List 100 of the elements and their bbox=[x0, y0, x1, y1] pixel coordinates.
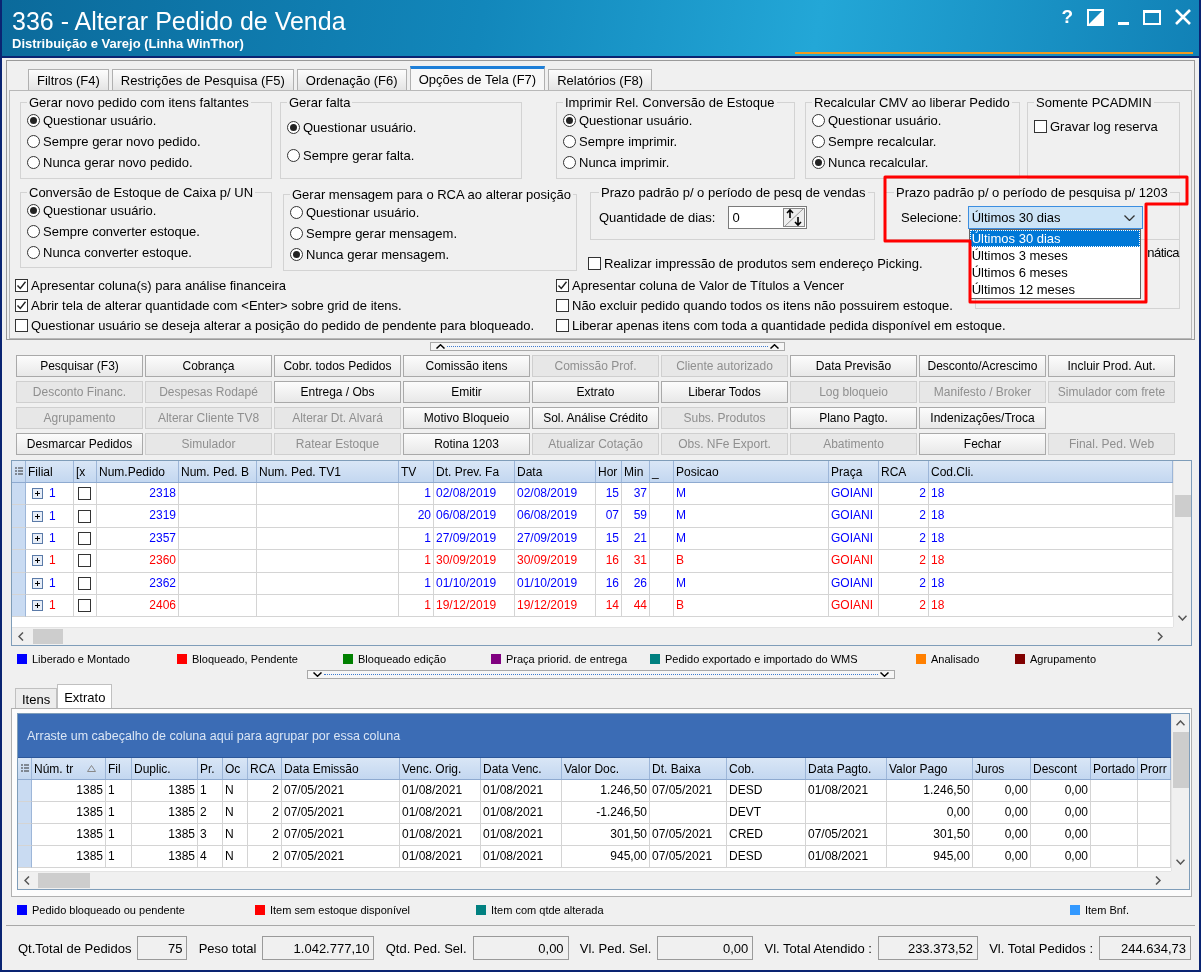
chevron-down-icon[interactable] bbox=[1178, 615, 1187, 621]
column-header[interactable]: Num. Ped. B bbox=[181, 464, 250, 479]
radio-option[interactable]: Nunca gerar novo pedido. bbox=[27, 152, 265, 173]
action-button[interactable]: Indenizações/Troca bbox=[919, 407, 1046, 429]
column-header[interactable]: Data Venc. bbox=[481, 758, 562, 779]
checkbox-option[interactable]: Gravar log reserva bbox=[1034, 116, 1173, 137]
expand-icon[interactable] bbox=[32, 555, 43, 567]
radio-option[interactable]: Questionar usuário. bbox=[563, 110, 788, 131]
column-header[interactable]: Data Pagto. bbox=[806, 758, 887, 779]
select-field[interactable]: Últimos 30 dias bbox=[967, 206, 1143, 229]
radio-button[interactable] bbox=[290, 248, 303, 261]
action-button[interactable]: Extrato bbox=[532, 381, 659, 403]
checkbox[interactable] bbox=[1034, 120, 1047, 133]
action-button[interactable]: Desconto/Acrescimo bbox=[919, 355, 1046, 377]
scrollbar-thumb[interactable] bbox=[38, 873, 90, 888]
checkbox[interactable] bbox=[15, 298, 28, 312]
action-button[interactable]: Pesquisar (F3) bbox=[16, 355, 143, 377]
expand-icon[interactable] bbox=[32, 577, 43, 589]
column-header[interactable]: Filial bbox=[28, 464, 53, 479]
chevron-down-icon[interactable] bbox=[1123, 214, 1135, 221]
radio-button[interactable] bbox=[287, 149, 300, 162]
chevron-right-icon[interactable] bbox=[1157, 632, 1163, 641]
radio-button[interactable] bbox=[27, 135, 40, 148]
chevron-left-icon[interactable] bbox=[18, 632, 24, 641]
table-row[interactable]: 1385 1 1385 2 N 2 07/05/2021 01/08/2021 01/08/2021 -1.246,50 DEVT 0,00 0,00 0,00 bbox=[18, 802, 1171, 824]
table-row[interactable]: 1 2319 20 06/08/2019 06/08/2019 07 59 M GOIANI 2 18 bbox=[12, 505, 1173, 528]
column-header[interactable]: Oc bbox=[223, 758, 248, 779]
radio-option[interactable]: Sempre converter estoque. bbox=[27, 221, 265, 242]
scrollbar-thumb[interactable] bbox=[33, 629, 63, 644]
table-row[interactable]: 1385 1 1385 3 N 2 07/05/2021 01/08/2021 01/08/2021 301,50 07/05/2021 CRED 07/05/2021 301,50 0,00 0,00 bbox=[18, 824, 1171, 846]
action-button[interactable]: Comissão itens bbox=[403, 355, 530, 377]
action-button[interactable]: Sol. Análise Crédito bbox=[532, 407, 659, 429]
action-button[interactable]: Fechar bbox=[919, 433, 1046, 455]
radio-button[interactable] bbox=[290, 206, 303, 219]
chevron-down-icon[interactable] bbox=[1176, 859, 1185, 865]
sort-up-icon[interactable] bbox=[87, 765, 96, 772]
column-header[interactable]: Data bbox=[517, 464, 543, 479]
chevron-left-icon[interactable] bbox=[24, 876, 30, 885]
action-button[interactable]: Cobr. todos Pedidos bbox=[274, 355, 401, 377]
action-button[interactable]: Desmarcar Pedidos bbox=[16, 433, 143, 455]
checkbox-option[interactable]: Apresentar coluna de Valor de Títulos a Vencer bbox=[556, 275, 844, 295]
radio-button[interactable] bbox=[27, 246, 40, 259]
column-header[interactable]: _ bbox=[652, 464, 659, 479]
checkbox[interactable] bbox=[15, 278, 28, 292]
radio-button[interactable] bbox=[563, 156, 576, 169]
splitter-handle[interactable] bbox=[430, 341, 785, 351]
expand-icon[interactable] bbox=[32, 600, 43, 612]
contrast-icon[interactable] bbox=[1087, 8, 1104, 26]
radio-option[interactable]: Sempre gerar mensagem. bbox=[290, 223, 570, 244]
column-header[interactable]: Praça bbox=[831, 464, 863, 479]
radio-button[interactable] bbox=[27, 114, 40, 127]
maximize-icon[interactable] bbox=[1143, 9, 1161, 25]
tab[interactable]: Ordenação (F6) bbox=[296, 69, 407, 90]
column-menu-icon[interactable] bbox=[14, 466, 23, 477]
chevron-up-icon[interactable] bbox=[1176, 720, 1185, 726]
checkbox[interactable] bbox=[78, 554, 91, 568]
checkbox-option[interactable]: Realizar impressão de produtos sem endereço Picking. bbox=[588, 253, 923, 273]
column-header[interactable]: Pr. bbox=[198, 758, 223, 779]
radio-button[interactable] bbox=[812, 156, 825, 169]
scrollbar[interactable] bbox=[18, 871, 1171, 889]
checkbox[interactable] bbox=[78, 576, 91, 590]
radio-button[interactable] bbox=[27, 156, 40, 169]
expand-icon[interactable] bbox=[32, 510, 43, 522]
column-menu-icon[interactable] bbox=[20, 763, 29, 774]
checkbox-option[interactable]: Não excluir pedido quando todos os itens não possuirem estoque. bbox=[556, 295, 953, 315]
checkbox-option[interactable]: Liberar apenas itens com toda a quantidade pedida disponível em estoque. bbox=[556, 315, 1006, 335]
table-row[interactable]: 1 2406 1 19/12/2019 19/12/2019 14 44 B GOIANI 2 18 bbox=[12, 594, 1173, 618]
table-row[interactable]: 1 2362 1 01/10/2019 01/10/2019 16 26 M GOIANI 2 18 bbox=[12, 572, 1173, 595]
splitter-handle[interactable] bbox=[307, 669, 895, 679]
column-header[interactable]: Posicao bbox=[676, 464, 719, 479]
column-header[interactable]: RCA bbox=[881, 464, 907, 479]
action-button[interactable]: Motivo Bloqueio bbox=[403, 407, 530, 429]
action-button[interactable]: Incluir Prod. Aut. bbox=[1048, 355, 1175, 377]
action-button[interactable]: Entrega / Obs bbox=[274, 381, 401, 403]
expand-icon[interactable] bbox=[32, 532, 43, 544]
column-header[interactable]: Dt. Baixa bbox=[650, 758, 727, 779]
column-header[interactable]: Min bbox=[624, 464, 644, 479]
radio-button[interactable] bbox=[812, 114, 825, 127]
action-button[interactable]: Liberar Todos bbox=[661, 381, 788, 403]
column-header[interactable]: Núm. tr bbox=[32, 758, 106, 779]
checkbox-option[interactable]: Apresentar coluna(s) para análise financeira bbox=[15, 275, 287, 295]
column-header[interactable]: Valor Pago bbox=[887, 758, 973, 779]
table-row[interactable]: 1385 1 1385 1 N 2 07/05/2021 01/08/2021 01/08/2021 1.246,50 07/05/2021 DESD 01/08/2021 1.246,50 0,00 0,00 bbox=[18, 780, 1171, 802]
group-by-panel[interactable]: Arraste um cabeçalho de coluna aqui para agrupar por essa coluna bbox=[18, 714, 1171, 758]
action-button[interactable]: Rotina 1203 bbox=[403, 433, 530, 455]
spin-arrows-icon[interactable] bbox=[783, 208, 806, 227]
action-button[interactable]: Plano Pagto. bbox=[790, 407, 917, 429]
tab[interactable]: Relatórios (F8) bbox=[548, 69, 653, 90]
table-row[interactable]: 1 2357 1 27/09/2019 27/09/2019 15 21 M GOIANI 2 18 bbox=[12, 527, 1173, 551]
radio-option[interactable]: Questionar usuário. bbox=[290, 202, 570, 223]
scrollbar[interactable] bbox=[12, 627, 1173, 645]
column-header[interactable]: Juros bbox=[973, 758, 1031, 779]
dropdown-option[interactable]: Últimos 3 meses bbox=[969, 247, 1140, 264]
column-header[interactable]: Num.Pedido bbox=[99, 464, 166, 479]
checkbox[interactable] bbox=[78, 599, 91, 613]
tab[interactable]: Itens bbox=[15, 688, 58, 708]
radio-option[interactable]: Questionar usuário. bbox=[27, 200, 265, 221]
tab[interactable]: Restrições de Pesquisa (F5) bbox=[111, 69, 294, 90]
column-header[interactable]: Hor bbox=[598, 464, 618, 479]
scrollbar[interactable] bbox=[1173, 461, 1191, 627]
